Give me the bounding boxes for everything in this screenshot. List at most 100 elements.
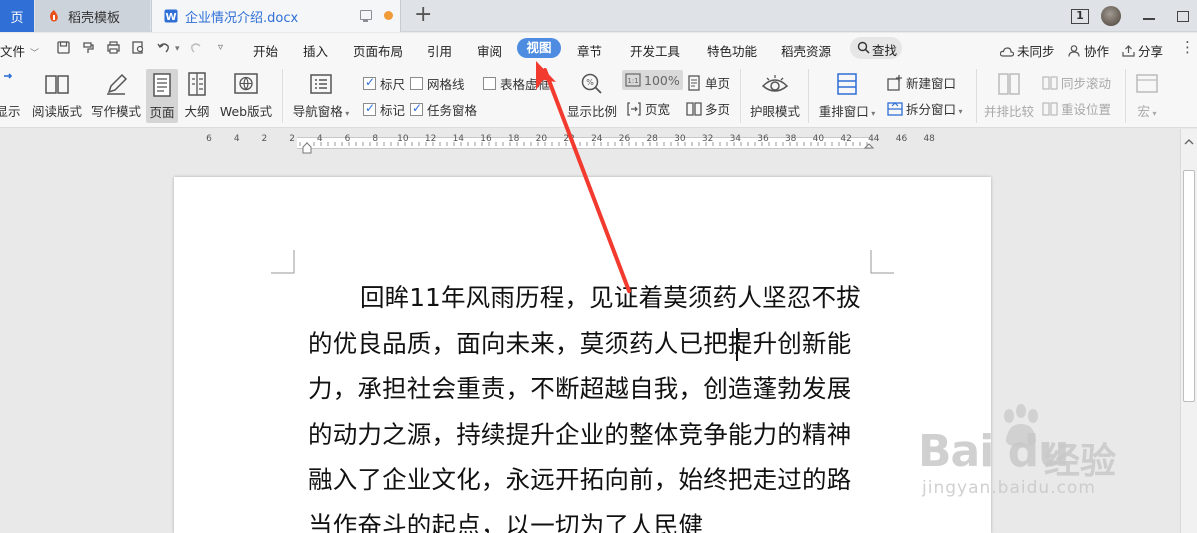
tab-document[interactable]: W 企业情况介绍.docx <box>151 0 401 32</box>
table-virtual-checkbox-box[interactable] <box>483 77 496 90</box>
ruler-number: 38 <box>784 134 797 144</box>
outline-label: 大纲 <box>184 104 210 119</box>
task-pane-checkbox-box[interactable] <box>410 101 423 116</box>
arrange-windows-label: 重排窗口 ▾ <box>816 101 878 120</box>
sync-scroll-label: 同步滚动 <box>1061 76 1112 91</box>
redo-icon[interactable] <box>190 41 203 54</box>
new-window-button[interactable]: 新建窗口 <box>887 73 956 92</box>
ruler-number: 4 <box>316 134 323 144</box>
side-by-side-button[interactable]: 并排比较 <box>982 65 1036 120</box>
tab-previous-label: 页 <box>10 10 24 26</box>
ruler-checkbox[interactable]: 标尺 <box>363 74 405 93</box>
user-avatar[interactable] <box>1101 6 1121 26</box>
share-button[interactable]: 分享 <box>1122 41 1163 60</box>
split-window-button[interactable]: 拆分窗口 ▾ <box>887 99 963 118</box>
right-indent-marker-icon[interactable] <box>863 142 875 154</box>
menu-developer[interactable]: 开发工具 <box>630 41 680 60</box>
task-pane-checkbox[interactable]: 任务窗格 <box>410 100 477 119</box>
monitor-icon[interactable] <box>360 10 372 22</box>
save-icon[interactable] <box>57 41 70 54</box>
web-layout-button[interactable]: Web版式 <box>217 65 275 120</box>
undo-icon[interactable] <box>157 41 170 54</box>
menu-page-layout[interactable]: 页面布局 <box>353 41 403 60</box>
menu-docer-resources[interactable]: 稻壳资源 <box>781 41 831 60</box>
scrollbar-thumb[interactable] <box>1183 170 1195 402</box>
format-painter-icon[interactable] <box>82 41 95 54</box>
macro-text: 宏 <box>1137 104 1150 119</box>
write-mode-button[interactable]: 写作模式 <box>89 65 143 120</box>
display-button[interactable]: 显示 <box>0 65 22 120</box>
multi-page-button[interactable]: 多页 <box>686 99 730 118</box>
sync-scroll-button[interactable]: 同步滚动 <box>1042 73 1111 92</box>
nav-pane-text: 导航窗格 <box>292 104 343 119</box>
gridlines-checkbox-box[interactable] <box>410 77 423 90</box>
ribbon-divider <box>740 69 741 123</box>
menu-chapter[interactable]: 章节 <box>577 41 602 60</box>
watermark-url: jingyan.baidu.com <box>922 478 1096 498</box>
tab-docer-template[interactable]: 稻壳模板 <box>35 0 150 32</box>
marks-checkbox[interactable]: 标记 <box>363 100 405 119</box>
book-icon <box>43 70 71 98</box>
zoom-100-button[interactable]: 1:1 100% <box>622 70 683 90</box>
more-options-icon[interactable]: ⋮ <box>1180 38 1195 56</box>
menu-view[interactable]: 视图 <box>517 38 561 58</box>
gridlines-checkbox-label: 网格线 <box>427 77 465 92</box>
vertical-scrollbar[interactable] <box>1180 129 1197 533</box>
print-icon[interactable] <box>107 41 120 54</box>
page-width-button[interactable]: 页宽 <box>626 99 670 118</box>
chevron-down-icon: ﹀ <box>30 49 40 59</box>
zoom-button[interactable]: % 显示比例 <box>565 65 619 120</box>
document-page[interactable]: 回眸11年风雨历程，见证着莫须药人坚忍不拔的优良品质，面向未来，莫须药人已把提升… <box>174 177 991 533</box>
table-virtual-checkbox-label: 表格虚框 <box>500 77 551 92</box>
menu-review[interactable]: 审阅 <box>477 41 502 60</box>
eye-mode-label: 护眼模式 <box>749 104 800 119</box>
single-page-label: 单页 <box>705 76 731 91</box>
reset-position-button[interactable]: 重设位置 <box>1042 99 1111 118</box>
page-width-icon <box>626 101 642 117</box>
print-preview-icon[interactable] <box>132 41 145 54</box>
macro-icon <box>1133 70 1161 98</box>
ruler-number: 42 <box>840 134 852 144</box>
undo-dropdown-icon[interactable]: ▾ <box>175 44 180 54</box>
eye-mode-button[interactable]: 护眼模式 <box>748 65 802 120</box>
document-paragraph[interactable]: 回眸11年风雨历程，见证着莫须药人坚忍不拔的优良品质，面向未来，莫须药人已把提升… <box>308 275 870 533</box>
search-button[interactable]: 查找 <box>850 37 902 59</box>
page-view-icon <box>148 71 176 99</box>
new-tab-button[interactable]: + <box>414 3 432 27</box>
collaborate-button[interactable]: 协作 <box>1068 41 1109 60</box>
ruler-number: 6 <box>344 134 351 144</box>
table-virtual-checkbox[interactable]: 表格虚框 <box>483 74 550 93</box>
search-icon <box>857 41 870 54</box>
read-mode-button[interactable]: 阅读版式 <box>30 65 84 120</box>
menu-references[interactable]: 引用 <box>427 41 452 60</box>
scroll-up-icon[interactable] <box>1184 137 1194 147</box>
menu-file[interactable]: 文件 ﹀ <box>0 41 39 60</box>
ruler-checkbox-box[interactable] <box>363 75 376 90</box>
page-view-button[interactable]: 页面 <box>146 69 178 123</box>
menu-insert[interactable]: 插入 <box>303 41 328 60</box>
ruler-number: 34 <box>729 134 742 144</box>
outline-button[interactable]: 大纲 <box>182 65 212 120</box>
indent-marker-icon[interactable] <box>301 142 313 154</box>
ruler-number: 12 <box>424 134 437 144</box>
maximize-icon[interactable] <box>1177 10 1189 22</box>
watermark-jingyan: 经验 <box>1044 441 1117 482</box>
sync-status[interactable]: 未同步 <box>999 41 1055 60</box>
quick-access-more-icon[interactable]: ▿ <box>218 42 223 53</box>
arrange-windows-button[interactable]: 重排窗口 ▾ <box>816 65 878 120</box>
nav-pane-button[interactable]: 导航窗格 ▾ <box>290 65 352 120</box>
single-page-button[interactable]: 单页 <box>686 73 730 92</box>
tab-previous[interactable]: 页 <box>0 0 34 32</box>
multi-page-icon <box>686 101 702 117</box>
macro-button[interactable]: 宏 ▾ <box>1130 65 1164 120</box>
horizontal-ruler[interactable]: 6 4 2 2 4 6 8 10 12 14 16 18 20 22 24 26 28 30 32 34 36 38 40 4… <box>0 129 1180 154</box>
marks-checkbox-box[interactable] <box>363 101 376 116</box>
window-count-badge[interactable]: 1 <box>1071 8 1089 24</box>
tab-document-label: 企业情况介绍.docx <box>185 10 299 26</box>
minimize-icon[interactable] <box>1143 18 1155 20</box>
gridlines-checkbox[interactable]: 网格线 <box>410 74 465 93</box>
menu-special-features[interactable]: 特色功能 <box>707 41 757 60</box>
menu-home[interactable]: 开始 <box>253 41 278 60</box>
collaborate-label: 协作 <box>1084 44 1110 59</box>
page-view-label: 页面 <box>149 105 175 120</box>
